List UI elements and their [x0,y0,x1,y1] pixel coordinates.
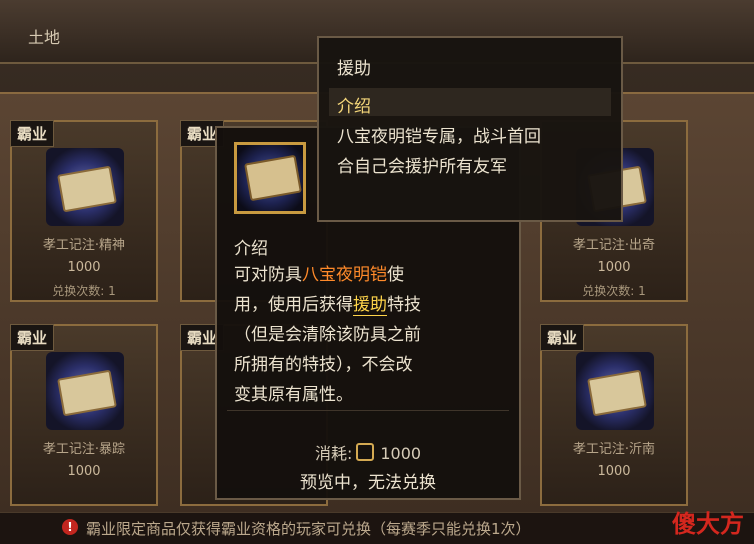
warning-icon: ! [62,519,78,535]
divider [227,410,509,411]
watermark: 傻大方 [672,510,744,538]
scroll-icon [576,352,654,430]
card-cost: 1000 [67,464,101,479]
item-thumbnail-icon [234,142,306,214]
tooltip-section-title: 介绍 [234,239,268,259]
card-name: 孝工记注·暴踪 [42,442,126,457]
shop-card[interactable]: 霸业 孝工记注·暴踪 1000 [10,324,158,506]
card-tag: 霸业 [10,324,55,351]
skill-tooltip: 援助 介绍 八宝夜明铠专属，战斗首回 合自己会援护所有友军 [317,36,623,222]
highlight-armor: 八宝夜明铠 [302,265,387,285]
page-title: 土地 [28,28,61,47]
card-name: 孝工记注·沂南 [572,442,656,457]
card-limit: 兑换次数: 1 [52,284,116,298]
scroll-icon [46,352,124,430]
currency-icon [356,443,375,461]
skill-section-title: 介绍 [337,97,371,117]
card-cost: 1000 [597,464,631,479]
card-limit: 兑换次数: 1 [582,284,646,298]
section-bar [329,88,611,116]
shop-card[interactable]: 霸业 孝工记注·沂南 1000 [540,324,688,506]
tooltip-description: 可对防具八宝夜明铠使 用，使用后获得援助特技 （但是会清除该防具之前 所拥有的特… [234,265,421,405]
tooltip-cost: 消耗: 1000 [314,443,422,463]
card-tag: 霸业 [540,324,585,351]
skill-title: 援助 [337,59,371,79]
preview-status: 预览中，无法兑换 [300,473,436,493]
footer-text: 霸业限定商品仅获得霸业资格的玩家可兑换（每赛季只能兑换1次） [86,520,531,538]
shop-card[interactable]: 霸业 孝工记注·精神 1000 兑换次数: 1 [10,120,158,302]
card-cost: 1000 [597,260,631,275]
card-name: 孝工记注·出奇 [572,238,656,253]
scroll-icon [46,148,124,226]
card-cost: 1000 [67,260,101,275]
footer-notice: ! 霸业限定商品仅获得霸业资格的玩家可兑换（每赛季只能兑换1次） [0,512,754,544]
highlight-skill: 援助 [353,295,387,316]
card-name: 孝工记注·精神 [42,238,126,253]
skill-description: 八宝夜明铠专属，战斗首回 合自己会援护所有友军 [337,127,541,177]
card-tag: 霸业 [10,120,55,147]
